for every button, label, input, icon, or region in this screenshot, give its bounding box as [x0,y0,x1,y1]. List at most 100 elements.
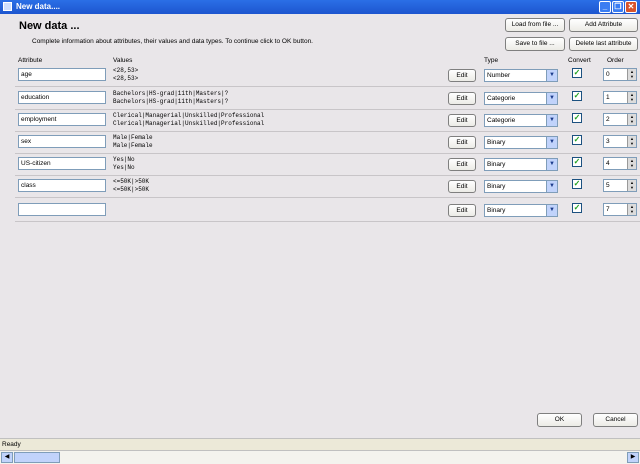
type-select[interactable]: Categorie ▼ [484,92,558,105]
chevron-down-icon[interactable]: ▼ [546,70,557,81]
attribute-row: education Bachelors|HS-grad|11th|Masters|… [15,88,640,110]
convert-checkbox[interactable]: ✓ [572,91,582,101]
save-to-file-button[interactable]: Save to file ... [505,37,565,51]
minimize-button[interactable]: _ [599,1,611,13]
spin-icon[interactable]: ▲ ▼ [627,204,636,215]
order-value: 7 [606,206,610,213]
order-spinner[interactable]: 7 ▲ ▼ [603,203,637,216]
attribute-name-input[interactable]: age [18,68,106,81]
attribute-values: <28,53> <28,53> [113,67,139,82]
edit-button[interactable]: Edit [448,136,476,149]
type-select[interactable]: Binary ▼ [484,204,558,217]
chevron-down-icon[interactable]: ▼ [546,159,557,170]
spin-icon[interactable]: ▲ ▼ [627,158,636,169]
type-value: Number [487,72,511,79]
type-value: Binary [487,183,506,190]
scrollbar-thumb[interactable] [14,452,60,463]
edit-button[interactable]: Edit [448,114,476,127]
attribute-values: Clerical|Managerial|Unskilled|Profession… [113,112,265,127]
order-value: 4 [606,160,610,167]
attribute-name-input[interactable]: class [18,179,106,192]
delete-last-attribute-button[interactable]: Delete last attribute [569,37,638,51]
load-from-file-button[interactable]: Load from file ... [505,18,565,32]
order-value: 1 [606,94,610,101]
status-bar: Ready [0,438,640,450]
type-select[interactable]: Binary ▼ [484,136,558,149]
main-content: New data ... Complete information about … [0,14,640,438]
convert-checkbox[interactable]: ✓ [572,68,582,78]
ok-button[interactable]: OK [537,413,582,427]
attribute-row: sex Male|Female Male|Female Edit Binary ▼ ✓ 3 ▲… [15,132,640,154]
edit-button[interactable]: Edit [448,204,476,217]
chevron-down-icon[interactable]: ▼ [546,93,557,104]
horizontal-scrollbar[interactable]: ◀ ▶ [0,450,640,464]
type-value: Categorie [487,117,516,124]
type-value: Categorie [487,95,516,102]
order-spinner[interactable]: 2 ▲ ▼ [603,113,637,126]
attribute-values: Male|Female Male|Female [113,134,153,149]
attribute-name-input[interactable]: employment [18,113,106,126]
attribute-values: <=50K|>50K <=50K|>50K [113,178,150,193]
convert-checkbox[interactable]: ✓ [572,179,582,189]
spin-icon[interactable]: ▲ ▼ [627,92,636,103]
convert-checkbox[interactable]: ✓ [572,203,582,213]
spin-icon[interactable]: ▲ ▼ [627,180,636,191]
order-spinner[interactable]: 0 ▲ ▼ [603,68,637,81]
spin-icon[interactable]: ▲ ▼ [627,136,636,147]
edit-button[interactable]: Edit [448,158,476,171]
spin-icon[interactable]: ▲ ▼ [627,69,636,80]
scroll-left-icon[interactable]: ◀ [1,452,13,463]
page-title: New data ... [19,20,80,32]
attribute-name-input[interactable] [18,203,106,216]
type-select[interactable]: Categorie ▼ [484,114,558,127]
column-header-convert: Convert [568,57,591,64]
attribute-values: Yes|No Yes|No [113,156,135,171]
order-spinner[interactable]: 3 ▲ ▼ [603,135,637,148]
window-title: New data.... [16,2,61,11]
attribute-values: Bachelors|HS-grad|11th|Masters|? Bachelo… [113,90,229,105]
attribute-row: Edit Binary ▼ ✓ 7 ▲ ▼ [15,200,640,222]
type-value: Binary [487,161,506,168]
type-select[interactable]: Binary ▼ [484,180,558,193]
close-button[interactable]: ✕ [625,1,637,13]
scroll-right-icon[interactable]: ▶ [627,452,639,463]
attribute-name-input[interactable]: US-citizen [18,157,106,170]
convert-checkbox[interactable]: ✓ [572,157,582,167]
attribute-name-input[interactable]: education [18,91,106,104]
column-header-type: Type [484,57,499,64]
chevron-down-icon[interactable]: ▼ [546,181,557,192]
type-value: Binary [487,207,506,214]
convert-checkbox[interactable]: ✓ [572,135,582,145]
title-bar: New data.... _ ❐ ✕ [0,0,640,14]
edit-button[interactable]: Edit [448,180,476,193]
edit-button[interactable]: Edit [448,69,476,82]
add-attribute-button[interactable]: Add Attribute [569,18,638,32]
column-header-values: Values [113,57,133,64]
spin-icon[interactable]: ▲ ▼ [627,114,636,125]
attribute-row: US-citizen Yes|No Yes|No Edit Binary ▼ ✓ 4 ▲ ▼ [15,154,640,176]
order-value: 5 [606,182,610,189]
app-icon [3,2,12,11]
chevron-down-icon[interactable]: ▼ [546,137,557,148]
type-select[interactable]: Binary ▼ [484,158,558,171]
convert-checkbox[interactable]: ✓ [572,113,582,123]
edit-button[interactable]: Edit [448,92,476,105]
chevron-down-icon[interactable]: ▼ [546,115,557,126]
order-spinner[interactable]: 1 ▲ ▼ [603,91,637,104]
page-subtitle: Complete information about attributes, t… [32,38,313,45]
maximize-button[interactable]: ❐ [612,1,624,13]
order-spinner[interactable]: 4 ▲ ▼ [603,157,637,170]
attribute-name-input[interactable]: sex [18,135,106,148]
attribute-row: age <28,53> <28,53> Edit Number ▼ ✓ 0 ▲ ▼ [15,65,640,87]
type-select[interactable]: Number ▼ [484,69,558,82]
order-spinner[interactable]: 5 ▲ ▼ [603,179,637,192]
order-value: 0 [606,71,610,78]
order-value: 3 [606,138,610,145]
attribute-row: employment Clerical|Managerial|Unskilled|… [15,110,640,132]
attribute-row: class <=50K|>50K <=50K|>50K Edit Binary ▼ ✓ 5 ▲… [15,176,640,198]
cancel-button[interactable]: Cancel [593,413,638,427]
chevron-down-icon[interactable]: ▼ [546,205,557,216]
order-value: 2 [606,116,610,123]
column-header-attribute: Attribute [18,57,43,64]
type-value: Binary [487,139,506,146]
